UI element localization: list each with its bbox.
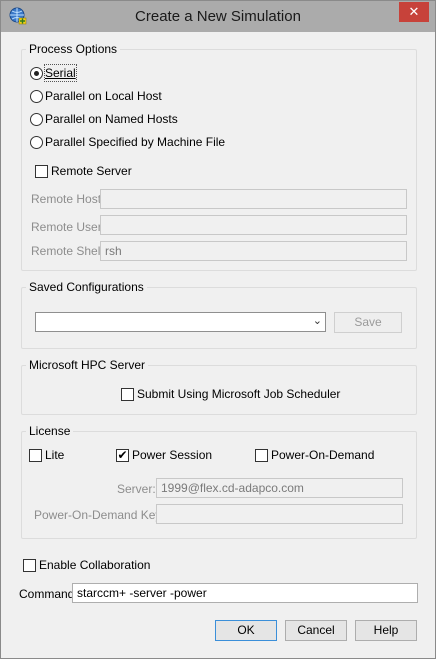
hpc-server-title: Microsoft HPC Server (26, 356, 149, 374)
remote-shell-field[interactable]: rsh (100, 241, 407, 261)
lite-checkbox[interactable] (29, 449, 42, 462)
pod-key-field[interactable] (156, 504, 403, 524)
cancel-button[interactable]: Cancel (285, 620, 347, 641)
save-button[interactable]: Save (334, 312, 402, 333)
remote-user-field[interactable] (100, 215, 407, 235)
command-field[interactable]: starccm+ -server -power (72, 583, 418, 603)
parallel-machine-file-radio[interactable] (30, 136, 43, 149)
remote-user-label: Remote User: (31, 220, 106, 234)
power-on-demand-checkbox[interactable] (255, 449, 268, 462)
command-label: Command: (19, 587, 78, 601)
parallel-named-label[interactable]: Parallel on Named Hosts (45, 111, 178, 127)
power-session-checkbox[interactable]: ✔ (116, 449, 129, 462)
remote-server-checkbox[interactable] (35, 165, 48, 178)
close-icon: ✕ (408, 4, 420, 19)
power-session-label[interactable]: Power Session (132, 447, 212, 463)
saved-configurations-title: Saved Configurations (26, 278, 147, 296)
parallel-named-radio[interactable] (30, 113, 43, 126)
remote-host-field[interactable] (100, 189, 407, 209)
saved-configuration-select[interactable]: ⌄ (35, 312, 326, 332)
enable-collaboration-checkbox[interactable] (23, 559, 36, 572)
serial-label[interactable]: Serial (44, 64, 77, 82)
submit-job-scheduler-checkbox[interactable] (121, 388, 134, 401)
process-options-title: Process Options (26, 40, 121, 58)
remote-shell-label: Remote Shell: (31, 244, 107, 258)
create-simulation-dialog: Create a New Simulation ✕ Process Option… (0, 0, 436, 659)
parallel-machine-file-label[interactable]: Parallel Specified by Machine File (45, 134, 225, 150)
submit-job-scheduler-label[interactable]: Submit Using Microsoft Job Scheduler (137, 386, 340, 402)
server-field[interactable]: 1999@flex.cd-adapco.com (156, 478, 403, 498)
ok-button[interactable]: OK (215, 620, 277, 641)
help-button[interactable]: Help (355, 620, 417, 641)
parallel-local-radio[interactable] (30, 90, 43, 103)
power-on-demand-label[interactable]: Power-On-Demand (271, 447, 374, 463)
serial-radio[interactable] (30, 67, 43, 80)
title-bar[interactable]: Create a New Simulation ✕ (1, 1, 435, 32)
enable-collaboration-label[interactable]: Enable Collaboration (39, 557, 150, 573)
remote-host-label: Remote Host: (31, 192, 105, 206)
remote-server-label[interactable]: Remote Server (51, 163, 132, 179)
lite-label[interactable]: Lite (45, 447, 64, 463)
parallel-local-label[interactable]: Parallel on Local Host (45, 88, 162, 104)
process-options-group: Process Options (21, 40, 417, 271)
license-title: License (26, 422, 74, 440)
chevron-down-icon: ⌄ (312, 315, 322, 327)
close-button[interactable]: ✕ (399, 2, 429, 22)
pod-key-label: Power-On-Demand Key: (34, 508, 165, 522)
window-title: Create a New Simulation (135, 8, 301, 25)
server-label: Server: (117, 482, 156, 496)
